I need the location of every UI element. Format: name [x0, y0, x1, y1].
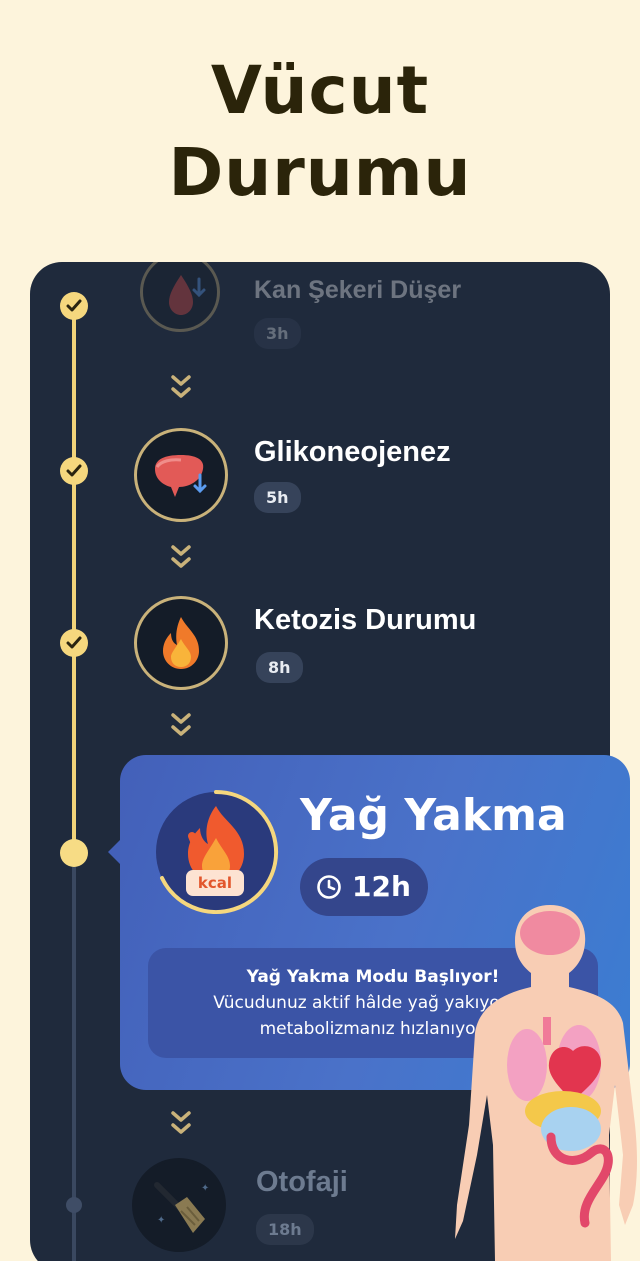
svg-text:✦: ✦	[201, 1183, 209, 1194]
stage-title: Ketozis Durumu	[254, 604, 477, 636]
kcal-badge: kcal	[186, 870, 244, 896]
stage-time-badge: 18h	[256, 1214, 314, 1245]
chevron-down-icon	[171, 1111, 191, 1134]
headline-line1: Vücut	[210, 52, 430, 129]
future-stage-dot	[66, 1197, 82, 1213]
check-icon	[60, 292, 88, 320]
stage-time-badge: 8h	[256, 652, 303, 683]
chevron-down-icon	[171, 375, 191, 398]
timeline-progress-line	[72, 304, 76, 854]
liver-down-icon	[134, 428, 228, 522]
stage-title: Glikoneojenez	[254, 436, 451, 468]
page-headline: Vücut Durumu	[0, 50, 640, 214]
active-stage-time-value: 12h	[352, 870, 411, 903]
clock-icon	[317, 875, 341, 899]
active-stage-time: 12h	[300, 858, 428, 916]
check-icon	[60, 629, 88, 657]
human-body-organs-illustration	[455, 905, 637, 1261]
stage-title: Kan Şekeri Düşer	[254, 276, 462, 304]
broom-icon: ✦ ✦	[132, 1158, 226, 1252]
fire-icon	[134, 596, 228, 690]
blood-drop-down-icon	[140, 262, 220, 332]
check-icon	[60, 457, 88, 485]
stage-title: Otofaji	[256, 1166, 348, 1198]
active-stage-title: Yağ Yakma	[300, 790, 567, 841]
chevron-down-icon	[171, 713, 191, 736]
chevron-down-icon	[171, 545, 191, 568]
svg-text:✦: ✦	[157, 1215, 165, 1226]
stage-time-badge: 3h	[254, 318, 301, 349]
current-stage-dot	[60, 839, 88, 867]
stage-time-badge: 5h	[254, 482, 301, 513]
headline-line2: Durumu	[168, 134, 472, 211]
